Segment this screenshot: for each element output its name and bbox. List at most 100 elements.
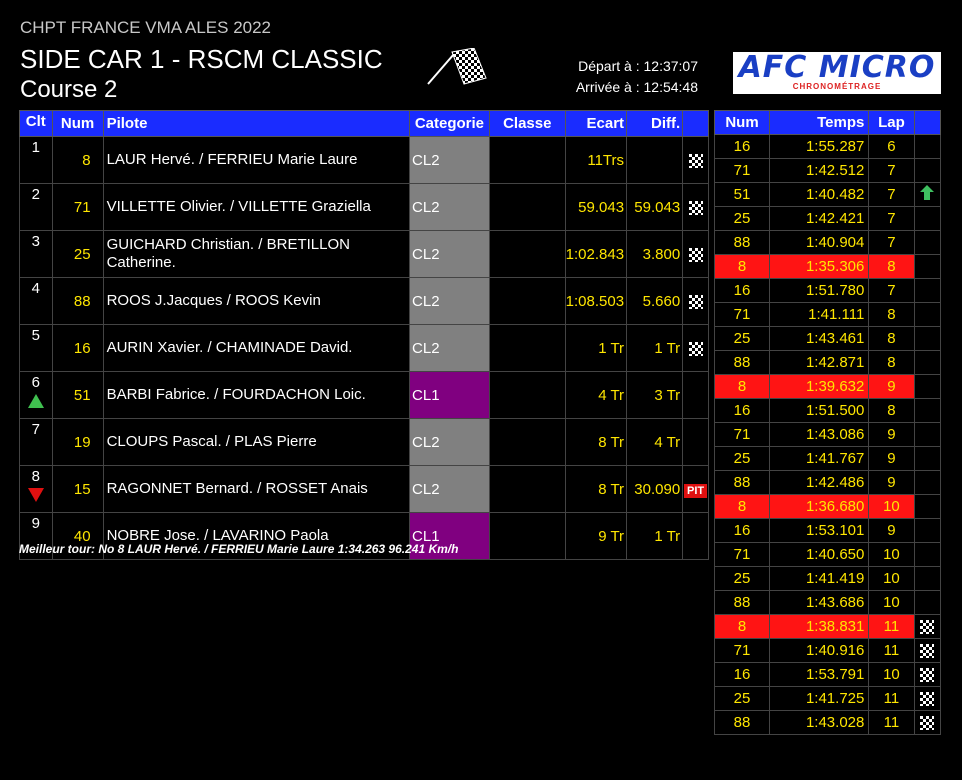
checkered-flag-icon	[688, 153, 703, 168]
checkered-flag-icon	[688, 200, 703, 215]
lap-count: 8	[868, 254, 915, 279]
position: 1	[31, 139, 40, 156]
result-row: 2 71 VILLETTE Olivier. / VILLETTE Graziell…	[19, 183, 709, 231]
lap-row: 51 1:40.482 7	[713, 182, 942, 207]
lap-num: 16	[713, 398, 771, 423]
cell-num: 16	[51, 324, 104, 372]
lap-icon-cell	[913, 614, 942, 639]
lap-count: 7	[868, 278, 915, 303]
position-up-icon	[27, 394, 44, 408]
laps-header-icon	[913, 110, 942, 135]
event-name: CHPT FRANCE VMA ALES 2022	[20, 18, 272, 37]
lap-num: 25	[713, 446, 771, 471]
lap-count: 11	[868, 686, 915, 711]
logo-sub: CHRONOMÉTRAGE	[792, 82, 882, 91]
lap-num: 25	[713, 326, 771, 351]
lap-icon-cell	[913, 134, 942, 159]
lap-time: 1:41.767	[769, 446, 870, 471]
lap-time: 1:55.287	[769, 134, 870, 159]
lap-row: 88 1:43.686 10	[713, 590, 942, 615]
lap-count: 10	[868, 590, 915, 615]
lap-count: 6	[868, 134, 915, 159]
lap-time: 1:41.725	[769, 686, 870, 711]
cell-categorie: CL2	[409, 230, 490, 278]
cell-ecart: 8 Tr	[564, 465, 628, 513]
header-categorie: Categorie	[409, 110, 490, 137]
cell-ecart: 59.043	[564, 183, 628, 231]
lap-icon-cell	[913, 686, 942, 711]
header-ecart: Ecart	[564, 110, 628, 137]
lap-count: 7	[868, 182, 915, 207]
cell-diff: 30.090	[626, 465, 684, 513]
cell-classe	[488, 324, 566, 372]
lap-time: 1:42.512	[769, 158, 870, 183]
lap-time: 1:43.686	[769, 590, 870, 615]
laps-header: Num Temps Lap	[713, 110, 942, 135]
position: 5	[31, 327, 40, 344]
results-table: Clt Num Pilote Categorie Classe Ecart Di…	[19, 110, 709, 560]
lap-row: 8 1:38.831 11	[713, 614, 942, 639]
lap-time: 1:51.500	[769, 398, 870, 423]
lap-count: 7	[868, 158, 915, 183]
lap-count: 8	[868, 326, 915, 351]
cell-ecart: 8 Tr	[564, 418, 628, 466]
checkered-flag-icon	[688, 294, 703, 309]
lap-num: 8	[713, 374, 771, 399]
lap-num: 71	[713, 542, 771, 567]
cell-num: 25	[51, 230, 104, 278]
lap-time: 1:41.419	[769, 566, 870, 591]
cell-diff: 3.800	[626, 230, 684, 278]
checkered-flag-icon	[920, 716, 935, 731]
lap-num: 51	[713, 182, 771, 207]
lap-icon-cell	[913, 254, 942, 279]
lap-row: 71 1:42.512 7	[713, 158, 942, 183]
lap-time: 1:35.306	[769, 254, 870, 279]
checkered-flag-icon	[920, 668, 935, 683]
cell-classe	[488, 230, 566, 278]
lap-time: 1:40.650	[769, 542, 870, 567]
lap-row: 16 1:51.500 8	[713, 398, 942, 423]
lap-icon-cell	[913, 518, 942, 543]
cell-pilote: ROOS J.Jacques / ROOS Kevin	[102, 277, 411, 325]
lap-count: 10	[868, 662, 915, 687]
cell-diff	[626, 136, 684, 184]
lap-count: 9	[868, 374, 915, 399]
checkered-flag-icon	[688, 341, 703, 356]
lap-time: 1:53.101	[769, 518, 870, 543]
lap-time: 1:40.916	[769, 638, 870, 663]
logo-brand: AFC MICRO	[738, 52, 936, 85]
cell-classe	[488, 183, 566, 231]
cell-flag	[682, 183, 709, 231]
cell-pilote: RAGONNET Bernard. / ROSSET Anais	[102, 465, 411, 513]
lap-row: 16 1:53.791 10	[713, 662, 942, 687]
cell-pilote: VILLETTE Olivier. / VILLETTE Graziella	[102, 183, 411, 231]
cell-pilote: GUICHARD Christian. / BRETILLON Catherin…	[102, 230, 411, 278]
lap-num: 88	[713, 590, 771, 615]
header-pilote: Pilote	[102, 110, 411, 137]
position: 7	[31, 421, 40, 438]
lap-row: 71 1:40.916 11	[713, 638, 942, 663]
result-row: 3 25 GUICHARD Christian. / BRETILLON Cathe…	[19, 230, 709, 278]
cell-flag	[682, 230, 709, 278]
cell-ecart: 4 Tr	[564, 371, 628, 419]
cell-num: 71	[51, 183, 104, 231]
lap-num: 16	[713, 662, 771, 687]
checkered-flag-icon	[427, 48, 487, 85]
cell-diff: 59.043	[626, 183, 684, 231]
lap-icon-cell	[913, 206, 942, 231]
lap-count: 7	[868, 206, 915, 231]
lap-count: 10	[868, 566, 915, 591]
lap-time: 1:42.871	[769, 350, 870, 375]
cell-flag: PIT	[682, 465, 709, 513]
cell-flag	[682, 324, 709, 372]
lap-icon-cell	[913, 662, 942, 687]
lap-num: 88	[713, 710, 771, 735]
cell-diff: 1 Tr	[626, 512, 684, 560]
cell-flag	[682, 371, 709, 419]
cell-pilote: BARBI Fabrice. / FOURDACHON Loic.	[102, 371, 411, 419]
lap-icon-cell	[913, 446, 942, 471]
checkered-flag-icon	[920, 644, 935, 659]
lap-count: 9	[868, 446, 915, 471]
lap-num: 16	[713, 134, 771, 159]
cell-flag	[682, 277, 709, 325]
